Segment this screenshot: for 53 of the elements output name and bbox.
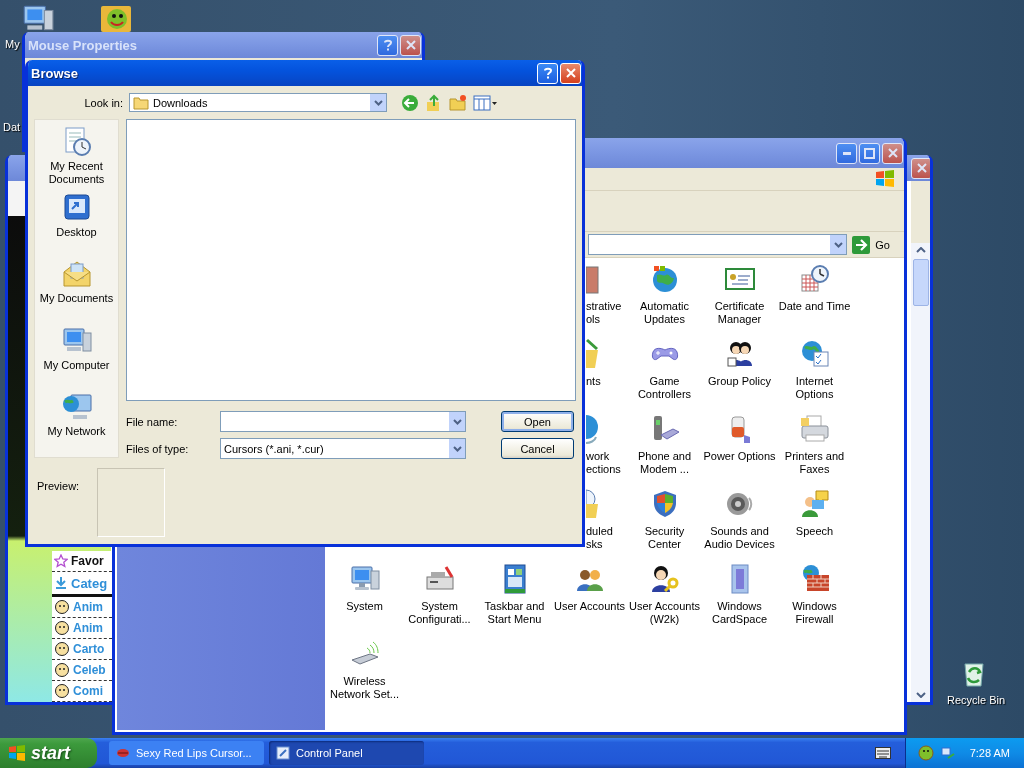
taskbar-button[interactable]: Control Panel [269, 741, 424, 765]
files-of-type-label: Files of type: [126, 442, 190, 455]
control-panel-item-label[interactable]: Game Controllers [628, 375, 701, 401]
control-panel-item-label[interactable]: System [328, 600, 401, 613]
place-label[interactable]: My Computer [36, 358, 117, 372]
window-title: Mouse Properties [28, 37, 138, 53]
control-panel-item-label[interactable]: Printers and Faxes [778, 450, 851, 476]
favorites-label[interactable]: Favor [71, 554, 104, 568]
desktop-icon-label[interactable]: Dat [3, 121, 21, 133]
control-panel-item-label[interactable]: nts [586, 375, 626, 388]
file-name-label: File name: [126, 415, 179, 428]
control-panel-item-label[interactable]: work ections [586, 450, 626, 476]
control-panel-item-label[interactable]: Security Center [628, 525, 701, 551]
control-panel-item-label[interactable]: Internet Options [778, 375, 851, 401]
control-panel-item-label[interactable]: Group Policy [703, 375, 776, 388]
control-panel-item-label[interactable]: System Configurati... [403, 600, 476, 626]
look-in-dropdown[interactable]: Downloads [129, 93, 387, 112]
control-panel-item-label[interactable]: strative ols [586, 300, 626, 326]
control-panel-item-label[interactable]: Phone and Modem ... [628, 450, 701, 476]
open-button[interactable]: Open [501, 411, 574, 432]
files-of-type-dropdown[interactable]: Cursors (*.ani, *.cur) [220, 438, 466, 459]
category-heading: Categ [71, 575, 108, 591]
taskbar-button[interactable]: Sexy Red Lips Cursor... [109, 741, 264, 765]
desktop-icon-label[interactable]: Recycle Bin [947, 694, 1006, 706]
control-panel-item-label[interactable]: User Accounts [553, 600, 626, 613]
control-panel-item-label[interactable]: Windows CardSpace [703, 600, 776, 626]
place-label[interactable]: Desktop [36, 226, 117, 240]
control-panel-item-label[interactable]: Taskbar and Start Menu [478, 600, 551, 626]
files-of-type-value: Cursors (*.ani, *.cur) [224, 442, 324, 455]
control-panel-item-label[interactable]: Speech [778, 525, 851, 538]
control-panel-item-label[interactable]: Windows Firewall [778, 600, 851, 626]
window-title: Browse [31, 65, 78, 81]
control-panel-item-label[interactable]: User Accounts (W2k) [628, 600, 701, 626]
start-button[interactable]: start [0, 738, 97, 768]
category-link[interactable]: Celeb [73, 663, 106, 677]
control-panel-item-label[interactable]: Automatic Updates [628, 300, 701, 326]
preview-label: Preview: [36, 480, 81, 492]
clock: 7:28 AM [969, 747, 1010, 759]
place-label[interactable]: My Network [36, 424, 117, 438]
go-button[interactable]: Go [850, 235, 900, 254]
look-in-value: Downloads [153, 96, 208, 109]
control-panel-item-label[interactable]: duled sks [586, 525, 626, 551]
category-link[interactable]: Carto [73, 642, 105, 656]
control-panel-item-label[interactable]: Sounds and Audio Devices [703, 525, 776, 551]
place-label[interactable]: My Recent Documents [36, 160, 117, 186]
control-panel-item-label[interactable]: Date and Time [778, 300, 851, 313]
look-in-label: Look in: [83, 96, 123, 109]
cancel-button[interactable]: Cancel [501, 438, 574, 459]
desktop-icon-label[interactable]: My [5, 38, 20, 50]
control-panel-item-label[interactable]: Power Options [703, 450, 776, 463]
control-panel-item-label[interactable]: Wireless Network Set... [328, 675, 401, 701]
control-panel-item-label[interactable]: Certificate Manager [703, 300, 776, 326]
place-label[interactable]: My Documents [36, 292, 117, 306]
